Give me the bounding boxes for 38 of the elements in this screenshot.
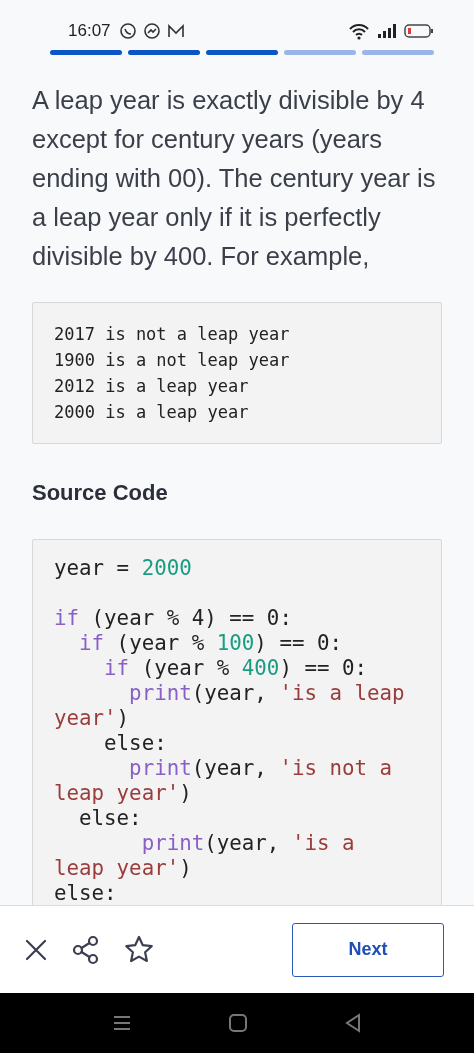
- share-button[interactable]: [72, 934, 100, 965]
- code-line: else:: [78, 806, 143, 831]
- back-icon: [344, 1013, 362, 1033]
- recent-apps-button[interactable]: [112, 1014, 132, 1032]
- next-button[interactable]: Next: [292, 922, 444, 977]
- square-icon: [228, 1013, 248, 1033]
- messenger-icon: [142, 22, 161, 40]
- code-line: leap year'): [54, 856, 193, 881]
- menu-icon: [112, 1014, 132, 1032]
- code-line: if (year % 400) == 0:: [103, 656, 369, 681]
- code-line: year = 2000: [54, 556, 193, 581]
- code-line: print(year, 'is a: [140, 831, 356, 856]
- code-line: print(year, 'is not a: [128, 756, 394, 781]
- chat-icon: [118, 22, 137, 40]
- code-line: if (year % 4) == 0:: [54, 605, 293, 631]
- code-line: year'): [54, 706, 131, 731]
- code-line: leap year'): [54, 781, 193, 806]
- example-line: 2012 is a leap year: [54, 375, 250, 398]
- close-icon: [24, 937, 48, 962]
- wifi-icon: [348, 22, 370, 40]
- home-button[interactable]: [228, 1013, 248, 1033]
- code-line: else:: [54, 881, 118, 905]
- example-line: 1900 is a not leap year: [54, 349, 291, 372]
- example-line: 2017 is not a leap year: [54, 323, 291, 346]
- battery-icon: [404, 23, 434, 39]
- paragraph: A leap year is exactly divisible by 4 except for century years (years ending with 00). The century year is a leap year only if it is perfectly divisible by 400. For example,: [32, 85, 437, 272]
- mail-icon: [166, 23, 185, 39]
- favorite-button[interactable]: [124, 934, 154, 965]
- status-time: 16:07: [68, 20, 111, 43]
- share-icon: [72, 934, 100, 965]
- star-icon: [124, 934, 154, 965]
- example-line: 2000 is a leap year: [54, 401, 250, 424]
- code-line: else:: [103, 731, 168, 756]
- back-button[interactable]: [344, 1013, 362, 1033]
- close-button[interactable]: [24, 937, 48, 962]
- code-line: print(year, 'is a leap: [128, 681, 406, 706]
- code-line: if (year % 100) == 0:: [78, 631, 343, 656]
- section-heading: Source Code: [32, 479, 169, 507]
